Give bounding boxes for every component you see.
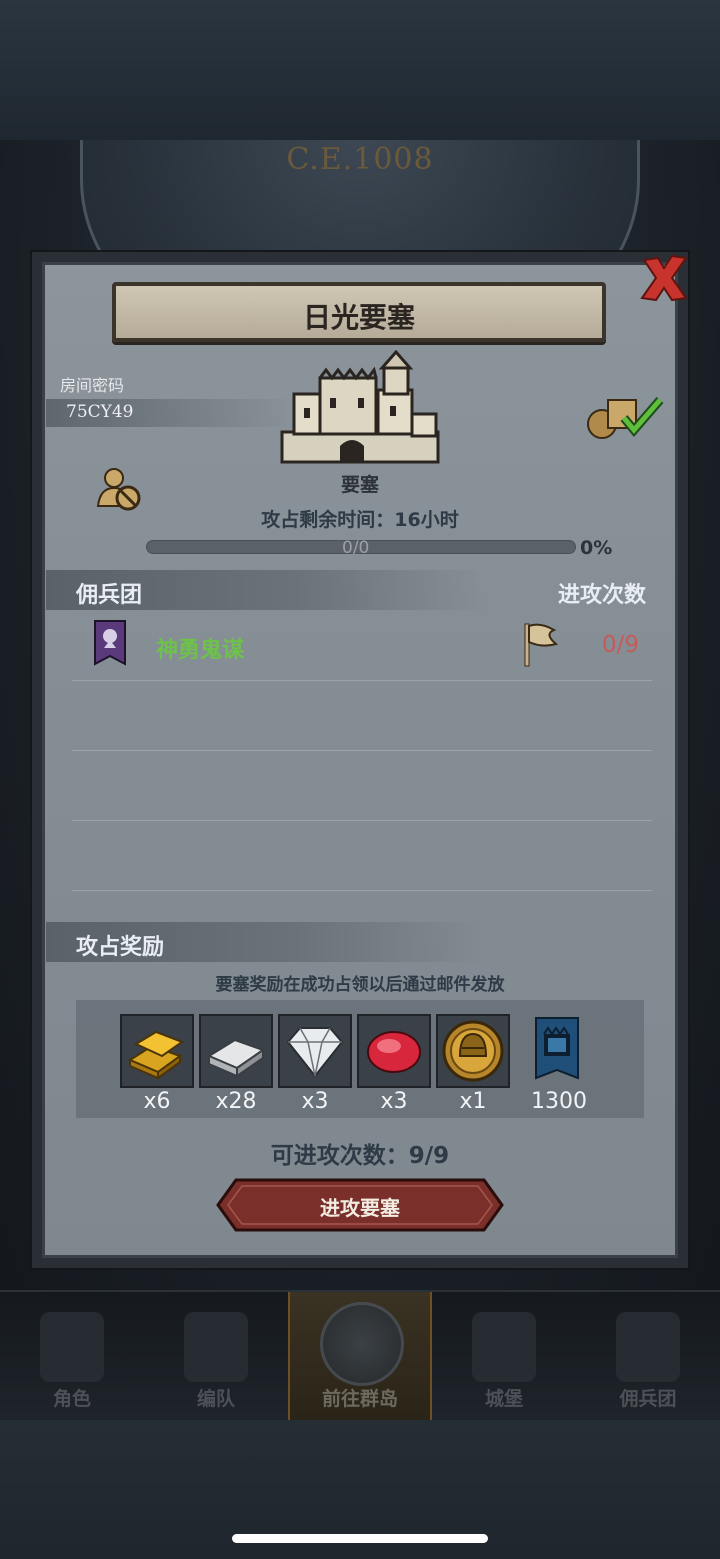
nav-item-character[interactable]: 角色 bbox=[0, 1292, 144, 1422]
reward-count: x3 bbox=[380, 1089, 408, 1114]
reward-silver-bar[interactable] bbox=[199, 1014, 273, 1088]
diamond-icon bbox=[286, 1027, 344, 1078]
reward-header: 攻占奖励 bbox=[76, 935, 165, 960]
castle-icon bbox=[472, 1312, 536, 1382]
nav-item-formation[interactable]: 编队 bbox=[144, 1292, 288, 1422]
nav-label: 角色 bbox=[52, 1388, 91, 1410]
room-code[interactable]: 75CY49 bbox=[66, 402, 134, 422]
close-button[interactable] bbox=[636, 250, 692, 306]
nav-item-mercenary[interactable]: 佣兵团 bbox=[576, 1292, 720, 1422]
attempts-left: 可进攻次数：9/9 bbox=[270, 1143, 450, 1169]
room-password-label: 房间密码 bbox=[60, 376, 125, 395]
close-icon bbox=[640, 254, 688, 302]
mercenary-header: 佣兵团 bbox=[76, 583, 143, 608]
attack-fortress-button[interactable]: 进攻要塞 bbox=[216, 1178, 504, 1232]
guild-emblem-icon bbox=[94, 620, 126, 666]
calendar-year: C.E.1008 bbox=[286, 142, 434, 177]
reward-gold-bar[interactable] bbox=[120, 1014, 194, 1088]
knight-icon bbox=[40, 1312, 104, 1382]
compass-icon bbox=[320, 1302, 404, 1386]
nav-label: 佣兵团 bbox=[619, 1388, 677, 1410]
ship-icon bbox=[616, 1312, 680, 1382]
bottom-nav: 角色 编队 前往群岛 城堡 佣兵团 bbox=[0, 1290, 720, 1422]
ruby-icon bbox=[367, 1031, 421, 1073]
reward-section-header: 攻占奖励 bbox=[46, 922, 674, 962]
supply-check-icon[interactable] bbox=[584, 392, 664, 440]
formation-icon bbox=[184, 1312, 248, 1382]
row-divider bbox=[72, 680, 652, 681]
fortress-label: 要塞 bbox=[340, 474, 379, 496]
reward-count: 1300 bbox=[531, 1089, 587, 1114]
top-background bbox=[0, 0, 720, 140]
reward-count: x6 bbox=[143, 1089, 171, 1114]
reward-count: x3 bbox=[301, 1089, 329, 1114]
reward-helmet-coin[interactable] bbox=[436, 1014, 510, 1088]
reward-note: 要塞奖励在成功占领以后通过邮件发放 bbox=[215, 975, 505, 995]
nav-label: 前往群岛 bbox=[321, 1388, 398, 1410]
gold-helmet-coin-icon bbox=[442, 1020, 504, 1082]
fortress-icon bbox=[280, 350, 440, 464]
dialog-title: 日光要塞 bbox=[302, 301, 415, 334]
attack-button-label: 进攻要塞 bbox=[320, 1196, 400, 1220]
attack-count-header: 进攻次数 bbox=[557, 583, 646, 608]
reward-ruby[interactable] bbox=[357, 1014, 431, 1088]
row-divider bbox=[72, 820, 652, 821]
reward-count: x1 bbox=[459, 1089, 487, 1114]
mercenary-attack-count: 0/9 bbox=[602, 632, 640, 658]
title-banner: 日光要塞 bbox=[112, 282, 606, 342]
nav-label: 城堡 bbox=[484, 1388, 523, 1410]
mercenary-name: 神勇鬼谋 bbox=[156, 638, 245, 663]
mercenary-row[interactable]: 神勇鬼谋 0/9 bbox=[70, 614, 660, 674]
mercenary-section-header: 佣兵团 进攻次数 bbox=[46, 570, 674, 610]
gold-bar-icon bbox=[127, 1030, 185, 1080]
row-divider bbox=[72, 750, 652, 751]
nav-item-castle[interactable]: 城堡 bbox=[432, 1292, 576, 1422]
reward-diamond[interactable] bbox=[278, 1014, 352, 1088]
remaining-time: 攻占剩余时间：16小时 bbox=[261, 509, 459, 531]
fortress-banner-icon[interactable] bbox=[534, 1016, 580, 1086]
nav-item-islands[interactable]: 前往群岛 bbox=[288, 1292, 432, 1422]
home-indicator[interactable] bbox=[232, 1534, 488, 1543]
nav-label: 编队 bbox=[196, 1388, 235, 1410]
row-divider bbox=[72, 890, 652, 891]
progress-percent: 0% bbox=[580, 537, 613, 559]
progress-text: 0/0 bbox=[342, 538, 370, 558]
attack-flag-icon bbox=[524, 623, 558, 667]
reward-count: x28 bbox=[215, 1089, 257, 1114]
silver-bar-icon bbox=[206, 1038, 266, 1078]
